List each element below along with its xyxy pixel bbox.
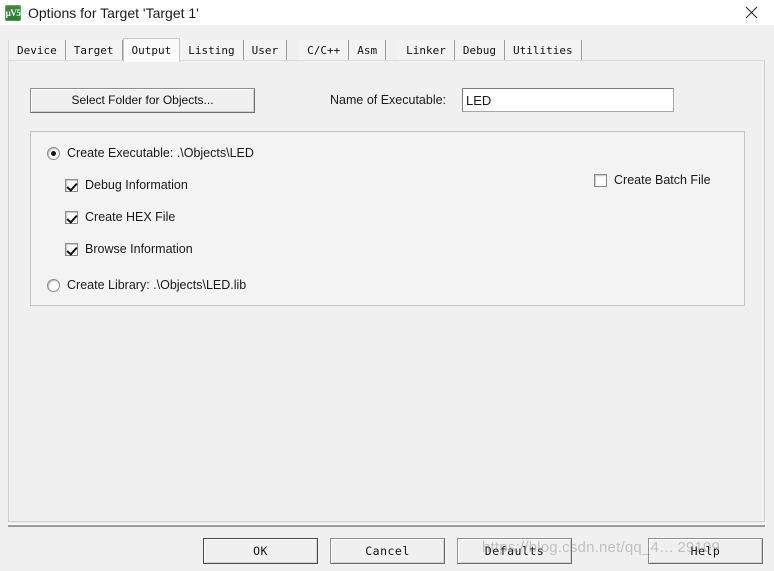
window-title: Options for Target 'Target 1' xyxy=(28,4,199,21)
create-batch-file-checkbox-row[interactable]: Create Batch File xyxy=(594,173,711,187)
create-hex-file-label: Create HEX File xyxy=(85,210,176,224)
footer-separator xyxy=(8,524,765,527)
window-titlebar: µV5 Options for Target 'Target 1' xyxy=(0,0,774,25)
create-library-radio-row[interactable]: Create Library: .\Objects\LED.lib xyxy=(47,278,246,292)
create-hex-file-checkbox-icon[interactable] xyxy=(65,210,78,224)
create-executable-radio-icon[interactable] xyxy=(47,146,60,160)
browse-information-checkbox-row[interactable]: Browse Information xyxy=(65,242,193,256)
create-batch-file-label: Create Batch File xyxy=(614,173,711,187)
defaults-button[interactable]: Defaults xyxy=(457,538,572,564)
tab-asm[interactable]: Asm xyxy=(349,40,387,61)
ok-button[interactable]: OK xyxy=(203,538,318,564)
options-tabstrip[interactable]: Device Target Output Listing User C/C++ … xyxy=(8,38,765,62)
browse-information-checkbox-icon[interactable] xyxy=(65,242,78,256)
tab-user[interactable]: User xyxy=(243,40,288,61)
debug-information-checkbox-icon[interactable] xyxy=(65,178,78,192)
debug-information-label: Debug Information xyxy=(85,178,188,192)
close-button[interactable] xyxy=(728,0,774,25)
create-hex-file-checkbox-row[interactable]: Create HEX File xyxy=(65,210,175,224)
output-options-groupbox: Create Executable: .\Objects\LED Debug I… xyxy=(30,131,745,306)
name-of-executable-label: Name of Executable: xyxy=(330,93,447,107)
name-of-executable-input[interactable] xyxy=(462,88,674,112)
create-library-label: Create Library: .\Objects\LED.lib xyxy=(67,278,247,292)
tab-device[interactable]: Device xyxy=(8,40,66,61)
help-button[interactable]: Help xyxy=(648,538,763,564)
tab-utilities[interactable]: Utilities xyxy=(504,40,582,61)
select-folder-for-objects-button[interactable]: Select Folder for Objects... xyxy=(30,88,255,113)
tab-debug[interactable]: Debug xyxy=(454,40,505,61)
tab-target[interactable]: Target xyxy=(65,40,123,61)
keil-uvision5-icon: µV5 xyxy=(5,4,21,21)
tab-listing[interactable]: Listing xyxy=(180,40,244,61)
create-executable-label: Create Executable: .\Objects\LED xyxy=(67,146,254,160)
tab-output[interactable]: Output xyxy=(122,38,181,62)
tab-linker[interactable]: Linker xyxy=(398,40,455,61)
create-batch-file-checkbox-icon[interactable] xyxy=(594,173,607,187)
debug-information-checkbox-row[interactable]: Debug Information xyxy=(65,178,188,192)
app-icon-glyph: µV5 xyxy=(5,7,21,18)
close-icon xyxy=(745,6,757,19)
cancel-button[interactable]: Cancel xyxy=(330,538,445,564)
browse-information-label: Browse Information xyxy=(85,242,193,256)
tab-cpp[interactable]: C/C++ xyxy=(299,40,350,61)
create-library-radio-icon[interactable] xyxy=(47,278,60,292)
create-executable-radio-row[interactable]: Create Executable: .\Objects\LED xyxy=(47,146,254,160)
